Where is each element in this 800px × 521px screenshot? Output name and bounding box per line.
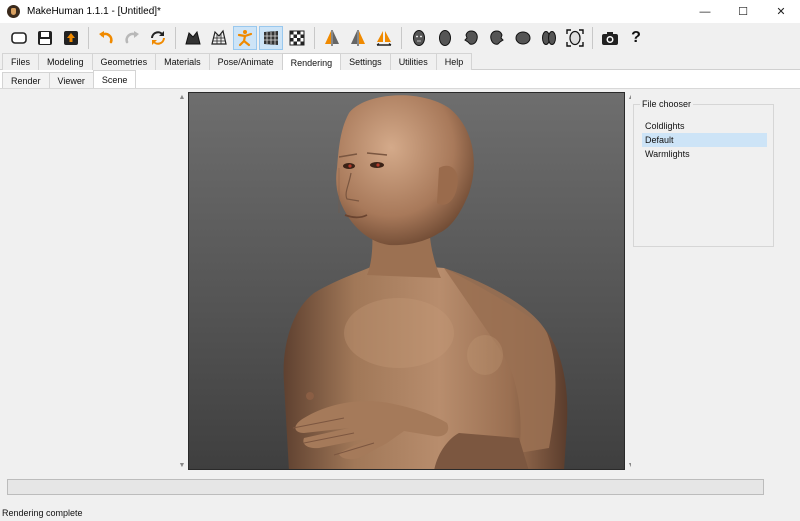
- background-grid-button[interactable]: [259, 26, 283, 50]
- subtab-scene[interactable]: Scene: [92, 70, 137, 88]
- title-bar: MakeHuman 1.1.1 - [Untitled]* — ☐ ✕: [0, 0, 800, 23]
- subtab-render[interactable]: Render: [2, 72, 50, 88]
- edit-tools: [93, 26, 171, 50]
- minimize-button[interactable]: —: [686, 0, 724, 23]
- view-mode-tools: [180, 26, 310, 50]
- reset-button[interactable]: [146, 26, 170, 50]
- back-head-icon: [439, 30, 451, 46]
- window-controls: — ☐ ✕: [686, 0, 800, 23]
- symmetry-left-button[interactable]: [346, 26, 370, 50]
- misc-tools: ?: [597, 26, 649, 50]
- right-profile-icon: [490, 30, 504, 45]
- symmetry-icon: [376, 31, 392, 46]
- main-toolbar: ?: [0, 23, 800, 53]
- left-panel-scrollbar[interactable]: ▲ ▼: [177, 92, 187, 470]
- front-view-button[interactable]: [407, 26, 431, 50]
- top-head-icon: [515, 31, 531, 45]
- checkerboard-icon: [289, 30, 305, 46]
- redo-arrow-icon: [125, 31, 139, 44]
- tab-rendering[interactable]: Rendering: [281, 53, 342, 71]
- camera-view-tools: [406, 26, 588, 50]
- 3d-viewport[interactable]: [188, 92, 625, 470]
- undo-button[interactable]: [94, 26, 118, 50]
- maximize-button[interactable]: ☐: [724, 0, 762, 23]
- smooth-body-icon: [185, 30, 201, 45]
- reset-arrows-icon: [151, 31, 165, 45]
- undo-arrow-icon: [99, 31, 113, 44]
- bottom-view-icon: [542, 31, 556, 45]
- file-chooser-title: File chooser: [640, 99, 694, 109]
- reset-camera-button[interactable]: [563, 26, 587, 50]
- tab-modeling[interactable]: Modeling: [38, 53, 93, 70]
- save-icon: [38, 31, 52, 45]
- toolbar-separator: [592, 27, 593, 49]
- grid-icon: [264, 31, 278, 45]
- tab-pose-animate[interactable]: Pose/Animate: [208, 53, 283, 70]
- file-chooser-list: Coldlights Default Warmlights: [642, 119, 767, 161]
- checker-button[interactable]: [285, 26, 309, 50]
- render-progress-bar: [7, 479, 764, 495]
- tab-utilities[interactable]: Utilities: [389, 53, 437, 70]
- bottom-view-button[interactable]: [537, 26, 561, 50]
- help-button[interactable]: ?: [624, 26, 648, 50]
- file-chooser-group: File chooser Coldlights Default Warmligh…: [633, 99, 774, 247]
- toolbar-separator: [175, 27, 176, 49]
- reset-camera-icon: [566, 29, 584, 47]
- save-button[interactable]: [33, 26, 57, 50]
- smooth-button[interactable]: [181, 26, 205, 50]
- symmetry-right-icon: [325, 30, 339, 46]
- tab-settings[interactable]: Settings: [340, 53, 391, 70]
- front-face-icon: [413, 30, 425, 46]
- symmetry-button[interactable]: [372, 26, 396, 50]
- right-view-button[interactable]: [485, 26, 509, 50]
- redo-button[interactable]: [120, 26, 144, 50]
- symmetry-left-icon: [351, 30, 365, 46]
- sub-tab-bar: Render Viewer Scene: [0, 70, 800, 89]
- new-file-button[interactable]: [7, 26, 31, 50]
- status-bar: Rendering complete: [0, 505, 800, 521]
- tab-help[interactable]: Help: [435, 53, 473, 70]
- main-tab-bar: Files Modeling Geometries Materials Pose…: [0, 53, 800, 71]
- wireframe-button[interactable]: [207, 26, 231, 50]
- left-view-button[interactable]: [459, 26, 483, 50]
- subtab-viewer[interactable]: Viewer: [48, 72, 94, 88]
- toolbar-separator: [314, 27, 315, 49]
- left-profile-icon: [464, 30, 478, 45]
- app-window: MakeHuman 1.1.1 - [Untitled]* — ☐ ✕ ? Fi…: [0, 0, 800, 521]
- file-item-warmlights[interactable]: Warmlights: [642, 147, 767, 161]
- screenshot-button[interactable]: [598, 26, 622, 50]
- wireframe-icon: [211, 29, 227, 45]
- new-file-icon: [11, 32, 27, 44]
- makehuman-logo-icon: [7, 5, 20, 18]
- file-item-default[interactable]: Default: [642, 133, 767, 147]
- status-text: Rendering complete: [2, 508, 83, 518]
- pose-button[interactable]: [233, 26, 257, 50]
- left-settings-panel: [0, 90, 176, 471]
- file-item-coldlights[interactable]: Coldlights: [642, 119, 767, 133]
- back-view-button[interactable]: [433, 26, 457, 50]
- export-icon: [64, 31, 78, 45]
- right-panel: File chooser Coldlights Default Warmligh…: [631, 92, 800, 473]
- symmetry-right-button[interactable]: [320, 26, 344, 50]
- tab-materials[interactable]: Materials: [155, 53, 210, 70]
- close-button[interactable]: ✕: [762, 0, 800, 23]
- file-tools: [6, 26, 84, 50]
- tab-files[interactable]: Files: [2, 53, 40, 70]
- export-button[interactable]: [59, 26, 83, 50]
- toolbar-separator: [401, 27, 402, 49]
- human-model: [283, 95, 568, 469]
- tab-geometries[interactable]: Geometries: [91, 53, 157, 70]
- help-icon: ?: [631, 29, 641, 46]
- top-view-button[interactable]: [511, 26, 535, 50]
- pose-figure-icon: [237, 30, 253, 47]
- camera-icon: [602, 32, 618, 45]
- window-title: MakeHuman 1.1.1 - [Untitled]*: [27, 6, 161, 17]
- scroll-down-arrow-icon[interactable]: ▼: [177, 460, 187, 470]
- toolbar-separator: [88, 27, 89, 49]
- scroll-up-arrow-icon[interactable]: ▲: [177, 92, 187, 102]
- symmetry-tools: [319, 26, 397, 50]
